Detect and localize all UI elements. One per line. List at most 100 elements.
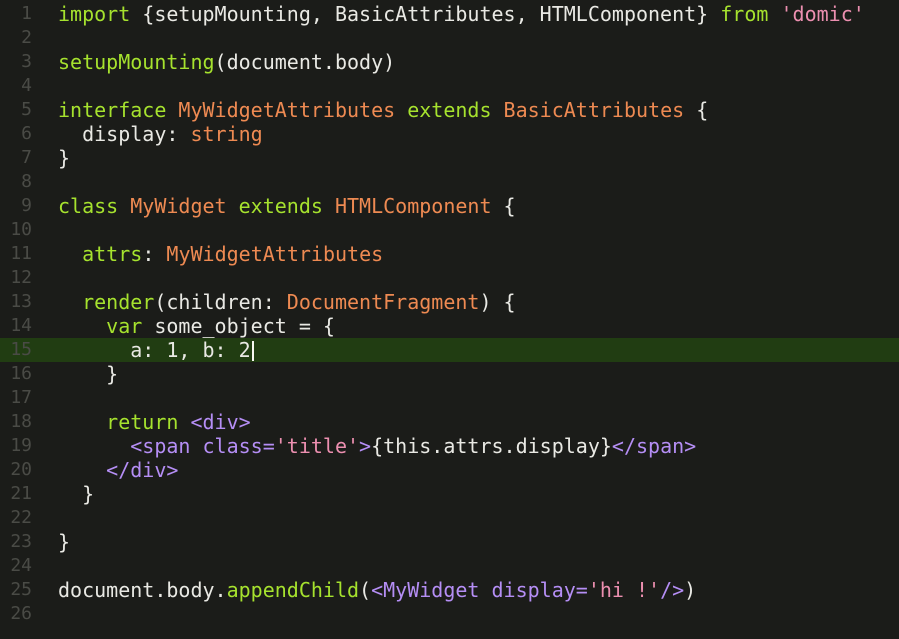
code-token: import [58, 2, 143, 26]
code-line[interactable]: 10 [0, 218, 899, 242]
code-line[interactable]: 11 attrs: MyWidgetAttributes [0, 242, 899, 266]
code-token: <MyWidget [371, 578, 492, 602]
code-text[interactable]: class MyWidget extends HTMLComponent { [58, 194, 516, 218]
code-token: MyWidgetAttributes [166, 242, 384, 266]
code-text[interactable]: interface MyWidgetAttributes extends Bas… [58, 98, 708, 122]
code-line[interactable]: 23} [0, 530, 899, 554]
code-token: return [106, 410, 191, 434]
code-token: from [720, 2, 781, 26]
line-number: 10 [10, 219, 32, 240]
line-number: 15 [10, 339, 32, 360]
code-line[interactable]: 4 [0, 74, 899, 98]
code-line[interactable]: 13 render(children: DocumentFragment) { [0, 290, 899, 314]
code-line[interactable]: 3 setupMounting(document.body) [0, 50, 899, 74]
code-token: setupMounting [58, 50, 215, 74]
code-text[interactable]: a: 1, b: 2 [58, 338, 254, 362]
line-number: 19 [10, 435, 32, 456]
code-text[interactable]: render(children: DocumentFragment) { [58, 290, 516, 314]
code-token: </div> [106, 458, 179, 482]
code-token: (children: [154, 290, 287, 314]
line-number: 23 [10, 531, 32, 552]
code-token: : [142, 242, 167, 266]
code-line[interactable]: 8 [0, 170, 899, 194]
code-line[interactable]: 18 return <div> [0, 410, 899, 434]
code-line[interactable]: 19 <span class='title'>{this.attrs.displ… [0, 434, 899, 458]
code-token: ( [359, 578, 372, 602]
code-token: ) { [479, 290, 516, 314]
code-text[interactable]: setupMounting(document.body) [58, 50, 395, 74]
code-text[interactable]: </div> [58, 458, 178, 482]
line-number: 18 [10, 411, 32, 432]
code-token: { [503, 194, 516, 218]
code-line[interactable]: 5 interface MyWidgetAttributes extends Ba… [0, 98, 899, 122]
code-line[interactable]: 16 } [0, 362, 899, 386]
code-token: DocumentFragment [286, 290, 480, 314]
code-line[interactable]: 25 document.body.appendChild(<MyWidget di… [0, 578, 899, 602]
line-number: 2 [21, 27, 32, 48]
line-number: 9 [21, 195, 32, 216]
code-line[interactable]: 14 var some_object = { [0, 314, 899, 338]
code-line[interactable]: 21 } [0, 482, 899, 506]
code-token: display: [58, 122, 191, 146]
line-number: 24 [10, 555, 32, 576]
code-line-current[interactable]: 15 a: 1, b: 2 [0, 338, 899, 362]
code-token: extends [407, 98, 504, 122]
code-token: extends [238, 194, 335, 218]
code-token: } [58, 482, 95, 506]
code-text[interactable]: return <div> [58, 410, 251, 434]
line-number: 6 [21, 123, 32, 144]
line-number: 12 [10, 267, 32, 288]
code-line[interactable]: 24 [0, 554, 899, 578]
code-token: a: 1, b: 2 [58, 338, 251, 362]
code-text[interactable]: } [58, 482, 94, 506]
code-line[interactable]: 22 [0, 506, 899, 530]
code-token: > [359, 434, 372, 458]
line-number: 21 [10, 483, 32, 504]
code-line[interactable]: 26 [0, 602, 899, 626]
code-text[interactable]: } [58, 362, 118, 386]
code-line[interactable]: 2 [0, 26, 899, 50]
line-number: 25 [10, 579, 32, 600]
line-number: 14 [10, 315, 32, 336]
code-text[interactable]: var some_object = { [58, 314, 335, 338]
code-text[interactable]: } [58, 530, 70, 554]
code-token: class= [202, 434, 275, 458]
line-number: 8 [21, 171, 32, 192]
code-line[interactable]: 6 display: string [0, 122, 899, 146]
line-number: 7 [21, 147, 32, 168]
code-token: { [696, 98, 709, 122]
code-text[interactable]: attrs: MyWidgetAttributes [58, 242, 383, 266]
code-text[interactable]: document.body.appendChild(<MyWidget disp… [58, 578, 696, 602]
code-token: some_object = { [154, 314, 335, 338]
code-token: display= [491, 578, 588, 602]
code-token: attrs [82, 242, 143, 266]
code-line[interactable]: 17 [0, 386, 899, 410]
line-number: 26 [10, 603, 32, 624]
code-line[interactable]: 9 class MyWidget extends HTMLComponent { [0, 194, 899, 218]
line-number: 16 [10, 363, 32, 384]
code-text[interactable]: <span class='title'>{this.attrs.display}… [58, 434, 696, 458]
line-number: 17 [10, 387, 32, 408]
code-line[interactable]: 1 import {setupMounting, BasicAttributes,… [0, 2, 899, 26]
line-number: 20 [10, 459, 32, 480]
code-token: document.body. [58, 578, 227, 602]
code-line[interactable]: 12 [0, 266, 899, 290]
code-text[interactable]: import {setupMounting, BasicAttributes, … [58, 2, 865, 26]
code-token: MyWidgetAttributes [178, 98, 408, 122]
code-editor[interactable]: 1 import {setupMounting, BasicAttributes,… [0, 0, 899, 639]
line-number: 4 [21, 75, 32, 96]
code-token: /> [660, 578, 685, 602]
code-token: 'title' [274, 434, 360, 458]
code-text[interactable]: display: string [58, 122, 263, 146]
code-text[interactable]: } [58, 146, 70, 170]
code-line[interactable]: 7} [0, 146, 899, 170]
code-token: <div> [190, 410, 251, 434]
text-cursor [251, 341, 254, 361]
code-line[interactable]: 20 </div> [0, 458, 899, 482]
code-token: (document.body) [214, 50, 396, 74]
code-token: BasicAttributes [503, 98, 697, 122]
